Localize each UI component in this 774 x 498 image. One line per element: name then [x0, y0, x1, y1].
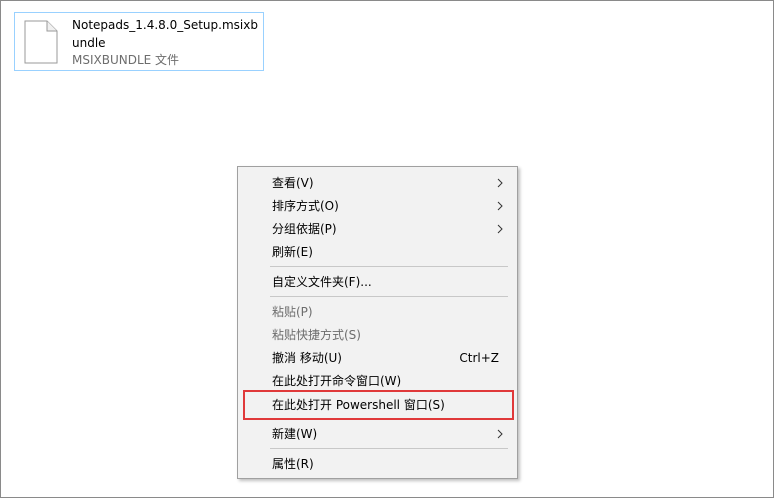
menu-item-label: 查看(V): [272, 176, 314, 190]
chevron-right-icon: [497, 201, 503, 211]
menu-item-label: 排序方式(O): [272, 199, 339, 213]
menu-item-label: 撤消 移动(U): [272, 351, 342, 365]
menu-separator: [270, 448, 508, 449]
file-name: Notepads_1.4.8.0_Setup.msixbundle: [72, 18, 258, 50]
menu-item-label: 粘贴(P): [272, 305, 313, 319]
menu-item-paste: 粘贴(P): [240, 301, 515, 323]
file-type: MSIXBUNDLE 文件: [72, 53, 180, 67]
menu-item-open-command-window[interactable]: 在此处打开命令窗口(W): [240, 370, 515, 392]
menu-item-label: 自定义文件夹(F)...: [272, 275, 372, 289]
menu-item-label: 分组依据(P): [272, 222, 337, 236]
chevron-right-icon: [497, 178, 503, 188]
menu-item-sort[interactable]: 排序方式(O): [240, 195, 515, 217]
menu-item-customize-folder[interactable]: 自定义文件夹(F)...: [240, 271, 515, 293]
menu-separator: [270, 296, 508, 297]
chevron-right-icon: [497, 429, 503, 439]
menu-item-undo-move[interactable]: 撤消 移动(U) Ctrl+Z: [240, 347, 515, 369]
highlight-box: [243, 390, 514, 420]
menu-separator: [270, 266, 508, 267]
menu-item-refresh[interactable]: 刷新(E): [240, 241, 515, 263]
file-item[interactable]: Notepads_1.4.8.0_Setup.msixbundle MSIXBU…: [14, 12, 264, 71]
menu-item-paste-shortcut: 粘贴快捷方式(S): [240, 324, 515, 346]
menu-item-label: 刷新(E): [272, 245, 313, 259]
menu-item-view[interactable]: 查看(V): [240, 172, 515, 194]
menu-item-properties[interactable]: 属性(R): [240, 453, 515, 475]
menu-item-label: 粘贴快捷方式(S): [272, 328, 361, 342]
chevron-right-icon: [497, 224, 503, 234]
menu-item-label: 在此处打开命令窗口(W): [272, 374, 402, 388]
menu-item-group-by[interactable]: 分组依据(P): [240, 218, 515, 240]
menu-item-label: 新建(W): [272, 427, 318, 441]
context-menu: 查看(V) 排序方式(O) 分组依据(P) 刷新(E) 自定义文件夹(F)...…: [237, 166, 518, 479]
menu-item-shortcut: Ctrl+Z: [459, 351, 499, 365]
document-icon: [24, 20, 58, 64]
menu-item-new[interactable]: 新建(W): [240, 423, 515, 445]
menu-item-label: 属性(R): [272, 457, 314, 471]
